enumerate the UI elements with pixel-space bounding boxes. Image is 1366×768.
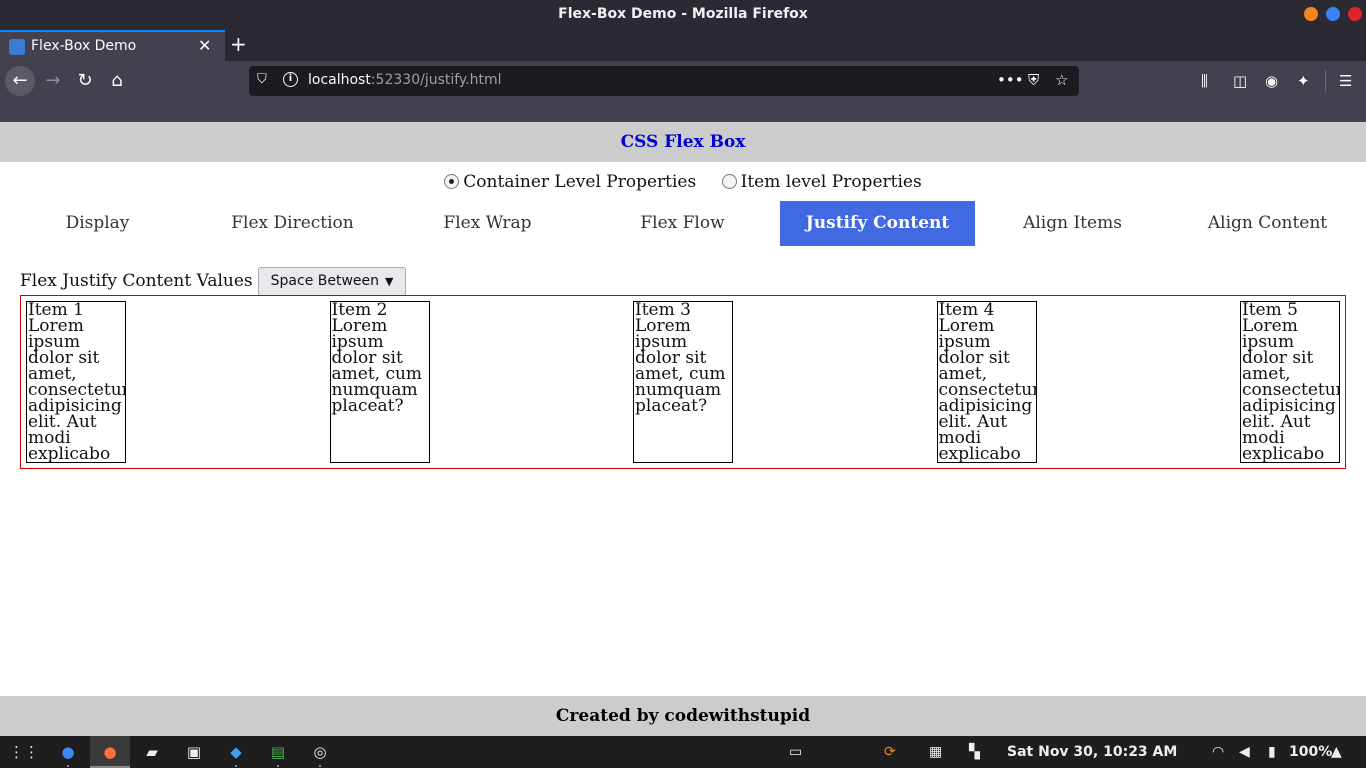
- radio-container-level[interactable]: Container Level Properties: [444, 172, 696, 192]
- footer-credit: Created by codewithstupid: [555, 706, 811, 726]
- vscode-app-icon[interactable]: ◆: [216, 736, 256, 768]
- url-path: :52330/justify.html: [370, 72, 502, 88]
- flex-item-2: Item 2 Lorem ipsum dolor sit amet, cum n…: [329, 301, 430, 463]
- battery-percent: 100%: [1289, 744, 1333, 760]
- select-value: Space Between: [270, 272, 380, 289]
- url-host: localhost: [308, 72, 371, 88]
- tab-align-items[interactable]: Align Items: [975, 201, 1170, 246]
- browser-tab[interactable]: Flex-Box Demo ✕: [0, 30, 225, 61]
- camera-app-icon[interactable]: ◎: [300, 736, 340, 768]
- toolbar-bottom-strip: [0, 101, 1366, 122]
- chrome-app-icon[interactable]: ●: [48, 736, 88, 768]
- chevron-down-icon: ▼: [385, 274, 394, 288]
- firefox-app-icon[interactable]: ●: [90, 736, 130, 768]
- screen-icon[interactable]: ▭: [789, 736, 802, 768]
- home-button[interactable]: ⌂: [102, 66, 132, 96]
- close-tab-icon[interactable]: ✕: [198, 36, 211, 55]
- navigation-toolbar: ← → ↻ ⌂ ⛉ i localhost:52330/justify.html…: [0, 61, 1366, 101]
- store-app-icon[interactable]: ▣: [174, 736, 214, 768]
- property-tabs: Display Flex Direction Flex Wrap Flex Fl…: [0, 201, 1366, 246]
- url-text[interactable]: localhost:52330/justify.html: [308, 72, 502, 88]
- url-bar[interactable]: ⛉ i localhost:52330/justify.html ••• ⛨ ☆: [249, 66, 1079, 96]
- tray-menu-arrow-icon[interactable]: ▲: [1331, 736, 1342, 768]
- browser-tab-title: Flex-Box Demo: [31, 38, 137, 54]
- tab-align-content[interactable]: Align Content: [1170, 201, 1365, 246]
- page-viewport: CSS Flex Box Container Level Properties …: [0, 122, 1366, 736]
- tab-flex-wrap[interactable]: Flex Wrap: [390, 201, 585, 246]
- radio-item-level[interactable]: Item level Properties: [721, 172, 922, 192]
- sidebar-icon[interactable]: ◫: [1233, 72, 1247, 90]
- volume-icon[interactable]: ◀: [1239, 736, 1250, 768]
- spreadsheet-app-icon[interactable]: ▤: [258, 736, 298, 768]
- account-icon[interactable]: ◉: [1265, 72, 1278, 90]
- page-favicon-icon: [9, 39, 25, 55]
- justify-control-row: Flex Justify Content Values Space Betwee…: [20, 266, 407, 296]
- minimize-button[interactable]: [1304, 7, 1318, 21]
- close-window-button[interactable]: [1348, 7, 1362, 21]
- justify-values-label: Flex Justify Content Values: [20, 271, 253, 291]
- bookmark-star-icon[interactable]: ☆: [1055, 71, 1068, 89]
- radio-unchecked-icon[interactable]: [721, 174, 737, 189]
- window-title: Flex-Box Demo - Mozilla Firefox: [558, 6, 808, 22]
- radio-item-level-label: Item level Properties: [740, 172, 922, 192]
- pocket-icon[interactable]: ⛨: [1028, 71, 1039, 89]
- window-titlebar: Flex-Box Demo - Mozilla Firefox: [0, 0, 1366, 29]
- back-button[interactable]: ←: [5, 66, 35, 96]
- clock[interactable]: Sat Nov 30, 10:23 AM: [1007, 736, 1177, 768]
- extension-icon[interactable]: ✦: [1297, 72, 1310, 90]
- running-indicator: [277, 765, 279, 767]
- page-footer: Created by codewithstupid: [0, 696, 1366, 736]
- tab-flex-flow[interactable]: Flex Flow: [585, 201, 780, 246]
- qr-icon[interactable]: ▚: [969, 736, 980, 768]
- battery-icon[interactable]: ▮: [1268, 736, 1276, 768]
- tracking-shield-icon[interactable]: ⛉: [257, 72, 267, 87]
- running-indicator: [67, 765, 69, 767]
- running-indicator: [319, 765, 321, 767]
- flex-item-4: Item 4 Lorem ipsum dolor sit amet, conse…: [936, 301, 1037, 463]
- library-icon[interactable]: ⫼: [1201, 72, 1208, 90]
- flex-container: Item 1 Lorem ipsum dolor sit amet, conse…: [20, 295, 1346, 469]
- toolbar-separator: [1325, 70, 1326, 92]
- justify-content-select[interactable]: Space Between ▼: [257, 266, 407, 296]
- wifi-icon[interactable]: ◠: [1212, 736, 1224, 768]
- radio-container-level-label: Container Level Properties: [463, 172, 697, 192]
- page-actions-icon[interactable]: •••: [997, 71, 1024, 89]
- os-taskbar: ⋮⋮ ● ● ▰ ▣ ◆ ▤ ◎ ▭ ⟳ ▦ ▚ Sat Nov 30, 10:…: [0, 736, 1366, 768]
- tab-strip: Flex-Box Demo ✕ +: [0, 29, 1366, 61]
- new-tab-button[interactable]: +: [230, 32, 247, 56]
- files-app-icon[interactable]: ▰: [132, 736, 172, 768]
- flex-item-1: Item 1 Lorem ipsum dolor sit amet, conse…: [26, 301, 126, 463]
- tab-justify-content[interactable]: Justify Content: [780, 201, 975, 246]
- page-title: CSS Flex Box: [620, 132, 746, 152]
- maximize-button[interactable]: [1326, 7, 1340, 21]
- flex-item-5: Item 5 Lorem ipsum dolor sit amet, conse…: [1240, 301, 1340, 463]
- forward-button[interactable]: →: [38, 66, 68, 96]
- running-indicator: [235, 765, 237, 767]
- site-info-icon[interactable]: i: [283, 72, 298, 87]
- tab-flex-direction[interactable]: Flex Direction: [195, 201, 390, 246]
- page-header: CSS Flex Box: [0, 122, 1366, 162]
- tab-display[interactable]: Display: [0, 201, 195, 246]
- update-icon[interactable]: ⟳: [884, 736, 896, 768]
- app-grid-icon[interactable]: ⋮⋮: [4, 736, 44, 768]
- flex-item-3: Item 3 Lorem ipsum dolor sit amet, cum n…: [633, 301, 733, 463]
- property-level-radios: Container Level Properties Item level Pr…: [0, 172, 1366, 192]
- clipboard-icon[interactable]: ▦: [929, 736, 942, 768]
- reload-button[interactable]: ↻: [70, 66, 100, 96]
- menu-icon[interactable]: ☰: [1339, 72, 1352, 90]
- radio-checked-icon[interactable]: [444, 174, 460, 189]
